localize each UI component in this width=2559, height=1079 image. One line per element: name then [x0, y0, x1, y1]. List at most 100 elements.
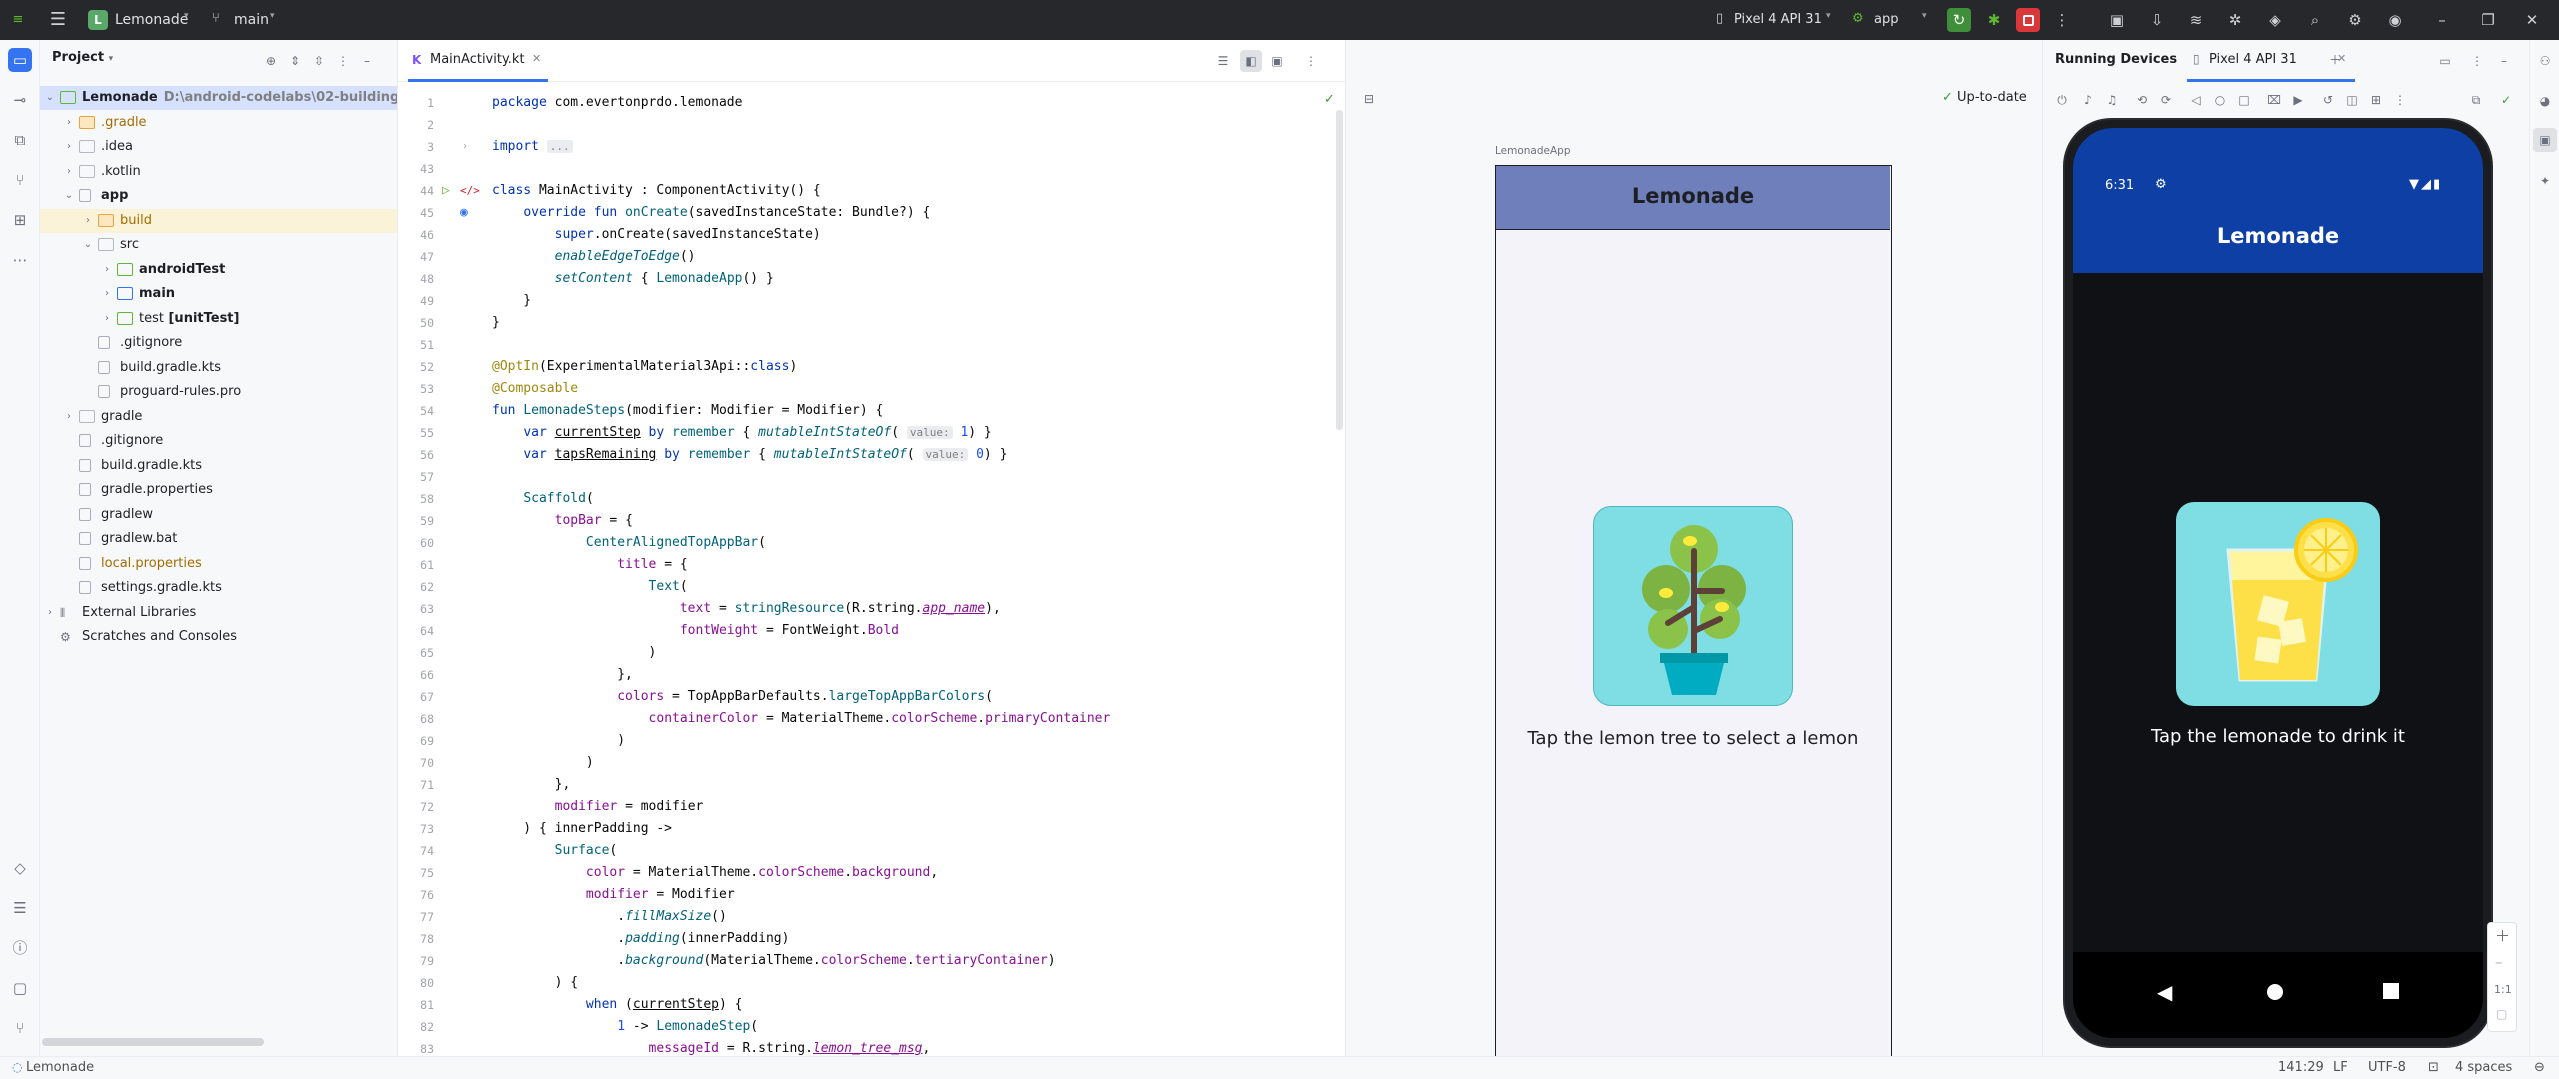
- chevron-right-icon[interactable]: ›: [82, 209, 94, 233]
- search-icon[interactable]: ⌕: [2305, 10, 2325, 30]
- device-manager-icon[interactable]: ▣: [2107, 10, 2127, 30]
- fit-screen-icon[interactable]: ▢: [2496, 1007, 2507, 1021]
- device-selector[interactable]: ▯ Pixel 4 API 31 ▾: [1716, 7, 1838, 33]
- fold-icon[interactable]: ◫: [2343, 91, 2361, 109]
- tree-item[interactable]: build.gradle.kts: [40, 356, 397, 380]
- problems-icon[interactable]: ⓘ: [8, 936, 32, 960]
- lemonade-image[interactable]: [2176, 502, 2380, 706]
- resource-manager-icon[interactable]: ⧉: [8, 128, 32, 152]
- overview-icon[interactable]: □: [2235, 91, 2253, 109]
- running-devices-tool-icon[interactable]: ▣: [2533, 128, 2557, 152]
- layout-icon[interactable]: ▭: [2436, 52, 2454, 70]
- structure-tool-icon[interactable]: ⊞: [8, 208, 32, 232]
- run-config-selector[interactable]: ⚙ app ▾: [1852, 7, 1936, 33]
- chevron-down-icon[interactable]: ⌄: [44, 86, 56, 110]
- vertical-scrollbar[interactable]: [1336, 110, 1343, 430]
- more-actions-icon[interactable]: ⋮: [2052, 10, 2072, 30]
- chevron-down-icon[interactable]: ⌄: [82, 233, 94, 257]
- tab-mainactivity[interactable]: K MainActivity.kt ✕: [408, 40, 548, 82]
- branch-switcher[interactable]: ⑂ main ▾: [212, 7, 284, 33]
- notifications-icon[interactable]: ⚇: [2536, 52, 2554, 70]
- zoom-in-icon[interactable]: ＋: [2495, 925, 2510, 946]
- back-icon[interactable]: ◁: [2187, 91, 2205, 109]
- tree-item[interactable]: › main: [40, 282, 397, 306]
- commit-tool-icon[interactable]: ⊸: [8, 88, 32, 112]
- line-separator[interactable]: LF: [2333, 1060, 2348, 1075]
- caret-position[interactable]: 141:29: [2278, 1060, 2324, 1075]
- main-menu-icon[interactable]: ☰: [48, 10, 68, 30]
- tree-item[interactable]: gradlew: [40, 503, 397, 527]
- horizontal-scrollbar[interactable]: [42, 1038, 264, 1046]
- rotate-right-icon[interactable]: ⟳: [2157, 91, 2175, 109]
- close-window-icon[interactable]: ✕: [2522, 10, 2542, 30]
- tree-item[interactable]: ⚙ Scratches and Consoles: [40, 625, 397, 649]
- lemon-tree-image[interactable]: [1593, 506, 1793, 706]
- tree-item[interactable]: .gitignore: [40, 429, 397, 453]
- tree-item[interactable]: .gitignore: [40, 331, 397, 355]
- terminal-icon[interactable]: ▢: [8, 976, 32, 1000]
- minimize-window-icon[interactable]: –: [2432, 10, 2452, 30]
- tree-item[interactable]: › .kotlin: [40, 160, 397, 184]
- tree-item[interactable]: › .idea: [40, 135, 397, 159]
- rotate-left-icon[interactable]: ⟲: [2133, 91, 2151, 109]
- chevron-right-icon[interactable]: ›: [63, 405, 75, 429]
- expand-all-icon[interactable]: ⇕: [286, 52, 304, 70]
- tree-item[interactable]: ⌄ Lemonade D:\android-codelabs\02-building…: [40, 86, 397, 110]
- chevron-down-icon[interactable]: ⌄: [63, 184, 75, 208]
- activity-gutter-icon[interactable]: </>: [460, 180, 480, 202]
- breadcrumb[interactable]: Lemonade: [26, 1060, 94, 1075]
- tree-item[interactable]: ⌄ app: [40, 184, 397, 208]
- chevron-right-icon[interactable]: ›: [101, 258, 113, 282]
- gemini-spark-icon[interactable]: ✦: [2536, 172, 2554, 190]
- sdk-manager-icon[interactable]: ⇩: [2147, 10, 2167, 30]
- file-encoding[interactable]: UTF-8: [2368, 1060, 2406, 1075]
- options-icon[interactable]: ⋮: [2468, 52, 2486, 70]
- close-tab-icon[interactable]: ✕: [532, 52, 541, 65]
- pull-requests-icon[interactable]: ⑂: [8, 168, 32, 192]
- camera-icon[interactable]: ⧉: [2467, 91, 2485, 109]
- more-tools-icon[interactable]: ⋯: [8, 248, 32, 272]
- restore-window-icon[interactable]: ❐: [2478, 10, 2498, 30]
- chevron-right-icon[interactable]: ›: [63, 135, 75, 159]
- chevron-right-icon[interactable]: ›: [101, 307, 113, 331]
- tree-item[interactable]: › test [unitTest]: [40, 307, 397, 331]
- account-icon[interactable]: ◉: [2385, 10, 2405, 30]
- tree-item[interactable]: › androidTest: [40, 258, 397, 282]
- preview-frame[interactable]: Lemonade Tap the lemon tree to select a …: [1495, 165, 1892, 1070]
- zoom-ratio[interactable]: 1:1: [2494, 983, 2512, 996]
- options-icon[interactable]: ⋮: [334, 52, 352, 70]
- tree-item[interactable]: ⌄ src: [40, 233, 397, 257]
- gradle-tool-icon[interactable]: ◕: [2536, 92, 2554, 110]
- volume-up-icon[interactable]: ♪: [2079, 91, 2097, 109]
- stop-button[interactable]: [2016, 8, 2040, 32]
- tree-item[interactable]: › .gradle: [40, 111, 397, 135]
- tree-item[interactable]: gradlew.bat: [40, 527, 397, 551]
- tree-item[interactable]: › build: [40, 208, 397, 233]
- phone-screen[interactable]: 6:31 ⚙ ▼◢▮ Lemonade Tap the lemonade to …: [2073, 128, 2483, 1038]
- chevron-right-icon[interactable]: ›: [63, 111, 75, 135]
- gemini-icon[interactable]: ◈: [2265, 10, 2285, 30]
- screenshot-icon[interactable]: ⌧: [2265, 91, 2283, 109]
- design-view-icon[interactable]: ▣: [1268, 52, 1286, 70]
- split-view-icon[interactable]: ◧: [1240, 50, 1262, 72]
- apply-changes-icon[interactable]: ↻: [1947, 8, 1971, 32]
- tree-item[interactable]: build.gradle.kts: [40, 454, 397, 478]
- more-icon[interactable]: ⋮: [2391, 91, 2409, 109]
- nav-back-icon[interactable]: ◀: [2157, 980, 2172, 1004]
- screen-record-icon[interactable]: ▶: [2289, 91, 2307, 109]
- zoom-out-icon[interactable]: –: [2495, 953, 2503, 971]
- volume-down-icon[interactable]: ♫: [2103, 91, 2121, 109]
- logcat-icon[interactable]: ☰: [8, 896, 32, 920]
- nav-recents-icon[interactable]: [2383, 983, 2399, 999]
- project-tool-icon[interactable]: ▭: [8, 48, 32, 72]
- snapshot-icon[interactable]: ↺: [2319, 91, 2337, 109]
- more-icon[interactable]: ⋮: [1302, 52, 1320, 70]
- tree-item[interactable]: settings.gradle.kts: [40, 576, 397, 600]
- chevron-right-icon[interactable]: ›: [101, 282, 113, 306]
- tree-item[interactable]: proguard-rules.pro: [40, 380, 397, 404]
- indent-setting[interactable]: 4 spaces: [2455, 1060, 2512, 1075]
- tree-item[interactable]: › ⫴ External Libraries: [40, 601, 397, 625]
- gemini-tool-icon[interactable]: ◇: [8, 856, 32, 880]
- tree-item[interactable]: local.properties: [40, 552, 397, 576]
- tree-item[interactable]: › gradle: [40, 405, 397, 429]
